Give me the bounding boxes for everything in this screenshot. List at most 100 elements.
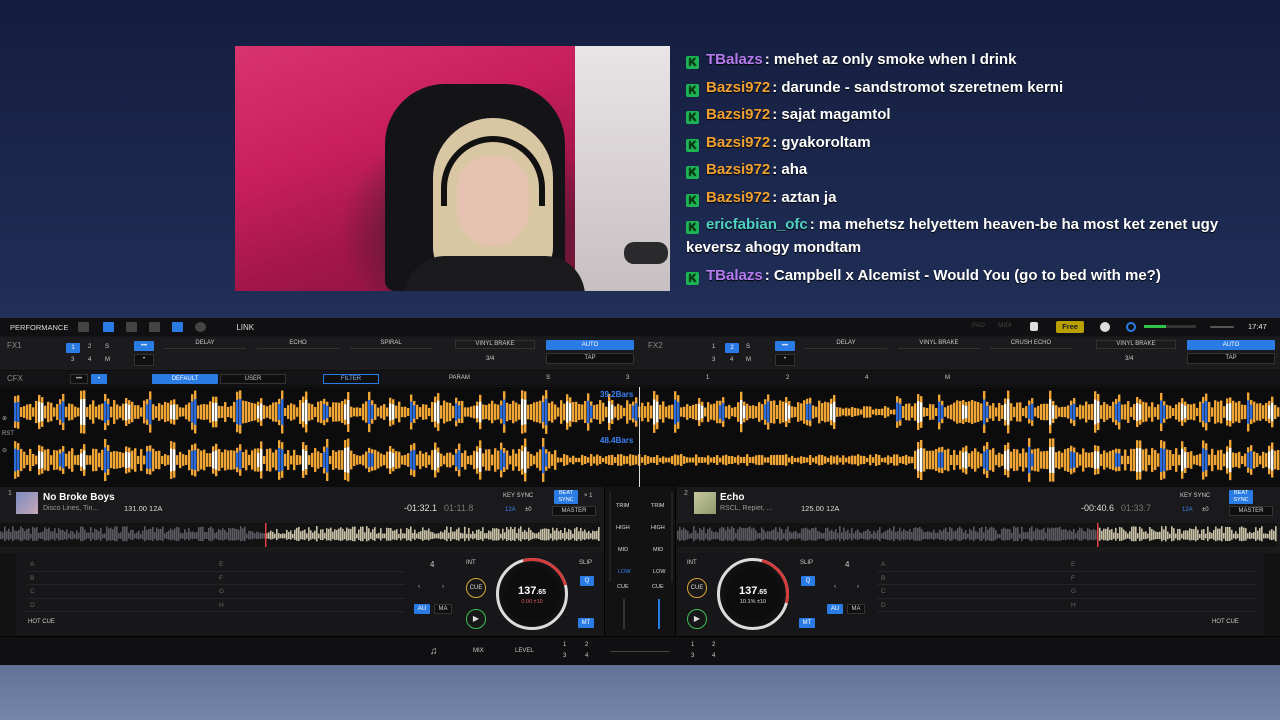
bottom-grid-2[interactable]: 2 [585, 642, 588, 648]
mixer-cue-1[interactable]: CUE [617, 584, 629, 590]
bottom-grid-7[interactable]: 3 [691, 653, 694, 659]
midi-label[interactable]: MIDI [998, 322, 1012, 329]
deck1-master[interactable]: MASTER [552, 506, 596, 516]
high-1[interactable]: HIGH [616, 525, 630, 531]
deck1-cue-button[interactable]: CUE [466, 578, 486, 598]
fx1-slot-3[interactable]: SPIRAL [350, 340, 432, 349]
waveform-area[interactable]: 39.2Bars 48.4Bars ⊕ RST ⊖ [0, 387, 1280, 487]
cfx-s[interactable]: S [546, 375, 550, 381]
fx1-deck-m[interactable]: M [105, 357, 110, 363]
hot-cue-pad[interactable]: H [1067, 599, 1257, 612]
mixer-cue-2[interactable]: CUE [652, 584, 664, 590]
deck1-side-strip[interactable] [0, 554, 16, 635]
deck2-slip[interactable]: SLIP [800, 560, 813, 566]
mixer-icon[interactable] [172, 322, 184, 332]
cfx-num-3[interactable]: 3 [626, 375, 629, 381]
hot-cue-pad[interactable]: B [26, 572, 216, 585]
deck1-hot-cue-select[interactable]: HOT CUE [28, 619, 55, 625]
cfx-m[interactable]: M [945, 375, 950, 381]
deck2-key-sync[interactable]: KEY SYNC [1180, 493, 1210, 499]
record-icon[interactable] [195, 322, 207, 332]
hot-cue-pad[interactable]: H [215, 599, 405, 612]
fx2-brake-select[interactable]: VINYL BRAKE [1096, 340, 1176, 349]
hot-cue-pad[interactable]: A [877, 558, 1067, 572]
bottom-grid-4[interactable]: 4 [585, 653, 588, 659]
deck1-key[interactable]: 12A [505, 507, 516, 513]
bottom-grid-1[interactable]: 1 [563, 642, 566, 648]
deck1-loop-next[interactable]: › [442, 584, 444, 590]
low-1[interactable]: LOW [618, 569, 631, 575]
link-button[interactable]: LINK [236, 323, 254, 332]
fx2-toggle[interactable]: • [775, 354, 795, 366]
deck1-mt-button[interactable]: MT [578, 618, 594, 628]
fx2-deck3[interactable]: 3 [712, 357, 715, 363]
deck1-ma-button[interactable]: MA [434, 604, 452, 614]
cfx-num-1[interactable]: 1 [706, 375, 709, 381]
deck2-int[interactable]: INT [687, 560, 697, 566]
hot-cue-pad[interactable]: D [877, 599, 1067, 612]
deck2-ma-button[interactable]: MA [847, 604, 865, 614]
fx1-slot-2[interactable]: ECHO [257, 340, 339, 349]
deck1-key-shift[interactable]: ±0 [525, 507, 532, 513]
fx2-tap-button[interactable]: TAP [1187, 353, 1275, 364]
deck2-cue-button[interactable]: CUE [687, 578, 707, 598]
deck2-beat-sync[interactable]: BEAT SYNC [1229, 490, 1253, 504]
fx2-slot-1[interactable]: DELAY [805, 340, 887, 349]
fx2-slot-3[interactable]: CRUSH ECHO [990, 340, 1072, 349]
deck2-side-strip[interactable] [1264, 554, 1280, 635]
fx1-tap-button[interactable]: TAP [546, 353, 634, 364]
fx2-deck4[interactable]: 4 [730, 357, 733, 363]
deck1-q-button[interactable]: Q [580, 576, 594, 586]
deck1-play-button[interactable]: ▶ [466, 609, 486, 629]
deck2-pads-right[interactable]: EFGH [1067, 558, 1257, 612]
fx1-more-button[interactable]: ••• [134, 341, 154, 351]
fx1-deck3[interactable]: 3 [71, 357, 74, 363]
grid-icon[interactable] [149, 322, 161, 332]
reset-zoom-icon[interactable]: RST [2, 431, 14, 437]
fx2-slot-2[interactable]: VINYL BRAKE [898, 340, 980, 349]
channel-fader-2[interactable] [658, 599, 660, 629]
deck1-beat-sync[interactable]: BEAT SYNC [554, 490, 578, 504]
cfx-tab-default[interactable]: DEFAULT [152, 374, 218, 384]
free-badge[interactable]: Free [1056, 321, 1084, 333]
deck2-overview[interactable] [677, 523, 1277, 547]
layout-2-icon[interactable] [126, 322, 138, 332]
bottom-grid-5[interactable]: 1 [691, 642, 694, 648]
info-icon[interactable] [1030, 322, 1038, 331]
fx2-auto-button[interactable]: AUTO [1187, 340, 1275, 350]
deck2-master[interactable]: MASTER [1229, 506, 1273, 516]
trim-2[interactable]: TRIM [651, 503, 664, 509]
deck1-int[interactable]: INT [466, 560, 476, 566]
low-2[interactable]: LOW [653, 569, 666, 575]
hot-cue-pad[interactable]: E [215, 558, 405, 572]
mid-1[interactable]: MID [618, 547, 628, 553]
layout-1-icon[interactable] [103, 322, 115, 332]
zoom-out-icon[interactable]: ⊖ [2, 447, 7, 454]
hot-cue-pad[interactable]: G [1067, 585, 1257, 599]
deck2-hot-cue-select[interactable]: HOT CUE [1212, 619, 1239, 625]
cfx-tab-user[interactable]: USER [220, 374, 286, 384]
menu-icon[interactable] [78, 322, 90, 332]
cfx-num-4[interactable]: 4 [865, 375, 868, 381]
deck2-waveform[interactable] [14, 437, 1280, 483]
hot-cue-pad[interactable]: D [26, 599, 216, 612]
deck1-pads-left[interactable]: ABCD [26, 558, 216, 612]
deck1-pads-right[interactable]: EFGH [215, 558, 405, 612]
hot-cue-pad[interactable]: G [215, 585, 405, 599]
hot-cue-pad[interactable]: C [26, 585, 216, 599]
deck2-mt-button[interactable]: MT [799, 618, 815, 628]
cfx-more-button[interactable]: ••• [70, 374, 88, 384]
fx1-deck1[interactable]: 1 [66, 343, 80, 353]
gear-icon[interactable] [1100, 322, 1110, 332]
headphone-icon[interactable]: ♫ [430, 646, 438, 657]
bottom-grid-8[interactable]: 4 [712, 653, 715, 659]
deck1-loop-size[interactable]: 4 [430, 560, 434, 569]
fx2-deck1[interactable]: 1 [712, 344, 715, 350]
deck1-slip[interactable]: SLIP [579, 560, 592, 566]
pad-label[interactable]: PAD [972, 322, 985, 329]
hot-cue-pad[interactable]: C [877, 585, 1067, 599]
fx1-toggle[interactable]: • [134, 354, 154, 366]
deck2-loop-size[interactable]: 4 [845, 560, 849, 569]
high-2[interactable]: HIGH [651, 525, 665, 531]
deck2-key[interactable]: 12A [1182, 507, 1193, 513]
